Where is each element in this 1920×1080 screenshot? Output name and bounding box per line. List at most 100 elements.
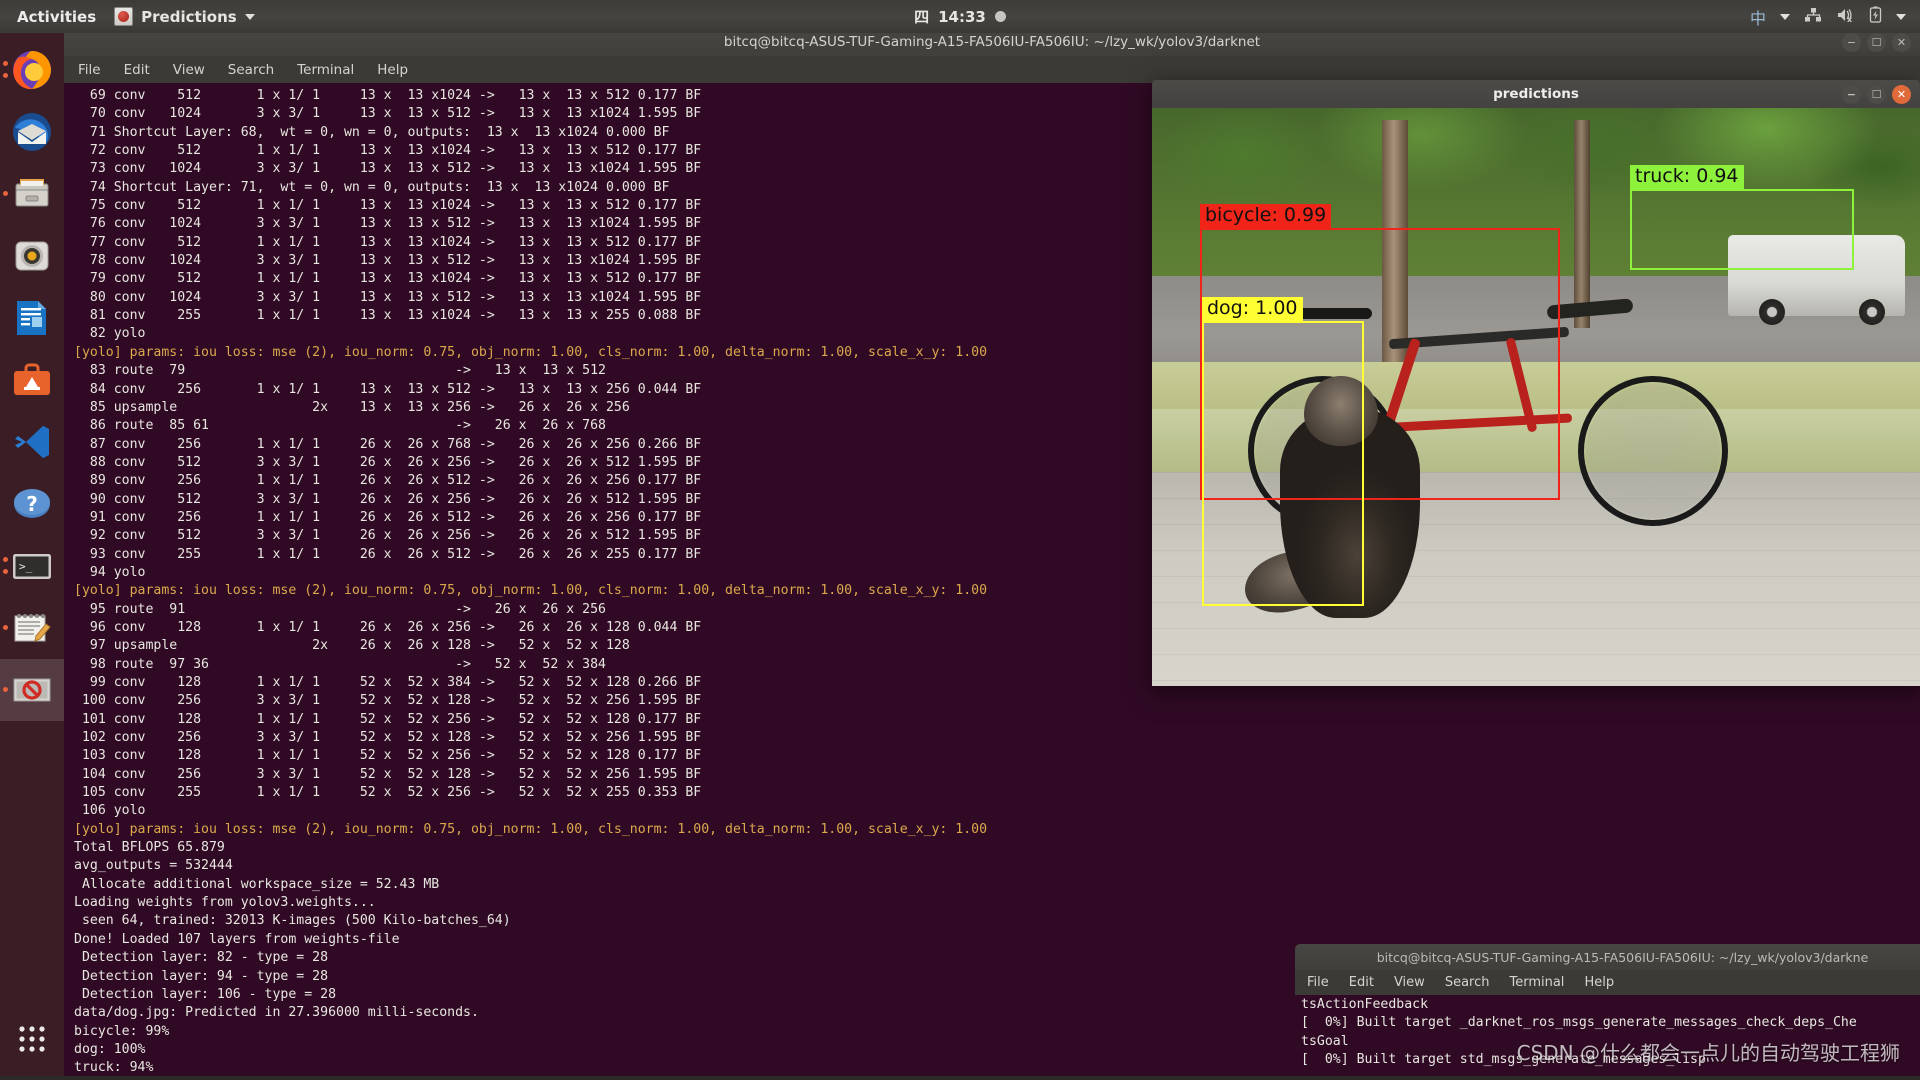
screen-bottom-edge	[0, 1076, 1920, 1080]
t2-menu-view[interactable]: View	[1394, 975, 1425, 990]
menu-view[interactable]: View	[173, 62, 205, 78]
terminal-icon: >_	[9, 543, 55, 589]
secondary-terminal-titlebar[interactable]: bitcq@bitcq-ASUS-TUF-Gaming-A15-FA506IU-…	[1295, 944, 1920, 970]
truck-wheel	[1758, 298, 1785, 325]
terminal-line: 106 yolo	[74, 803, 146, 819]
dock-item-libreoffice-writer[interactable]	[0, 287, 64, 349]
menu-edit[interactable]: Edit	[124, 62, 150, 78]
running-indicator-icon	[3, 625, 8, 630]
terminal-line: Allocate additional workspace_size = 52.…	[74, 876, 440, 892]
terminal-title: bitcq@bitcq-ASUS-TUF-Gaming-A15-FA506IU-…	[723, 34, 1261, 50]
predictions-window: predictions − ☐ ✕ bicycle: 0.99 dog: 1.0…	[1152, 80, 1920, 686]
menu-search[interactable]: Search	[228, 62, 274, 78]
dock-item-text-editor[interactable]	[0, 597, 64, 659]
predictions-titlebar[interactable]: predictions − ☐ ✕	[1152, 80, 1920, 108]
predictions-window-controls: − ☐ ✕	[1842, 84, 1911, 104]
libreoffice-writer-icon	[9, 295, 55, 341]
grid-apps-icon	[9, 1016, 55, 1062]
svg-text:?: ?	[26, 492, 38, 516]
predictions-app-icon	[114, 7, 134, 26]
files-icon	[9, 171, 55, 217]
detection-label-bicycle: bicycle: 0.99	[1200, 204, 1332, 229]
activities-button[interactable]: Activities	[11, 6, 102, 28]
blocked-app-icon	[9, 667, 55, 713]
show-applications-button[interactable]	[0, 1008, 64, 1070]
top-panel-left: Activities Predictions	[0, 6, 255, 28]
clock-day: 四	[914, 8, 930, 26]
clock-time: 14:33	[938, 7, 986, 26]
t2-menu-search[interactable]: Search	[1445, 975, 1490, 990]
detection-box-truck	[1630, 189, 1854, 270]
terminal-line: 101 conv 128 1 x 1/ 1 52 x 52 x 256 -> 5…	[74, 711, 702, 727]
predictions-title: predictions	[1493, 86, 1579, 102]
terminal-line: 100 conv 256 3 x 3/ 1 52 x 52 x 128 -> 5…	[74, 693, 702, 709]
top-panel: Activities Predictions 四 14:33 中 x	[0, 0, 1920, 33]
menu-file[interactable]: File	[78, 62, 101, 78]
terminal-line: avg_outputs = 532444	[74, 858, 233, 874]
dock-item-predictions[interactable]	[0, 659, 64, 721]
ime-chevron-down-icon[interactable]	[1780, 13, 1790, 20]
running-indicator-icon	[3, 557, 8, 562]
secondary-terminal-line: tsActionFeedback	[1301, 997, 1429, 1012]
svg-text:x: x	[1847, 15, 1853, 23]
t2-menu-terminal[interactable]: Terminal	[1509, 975, 1564, 990]
t2-menu-edit[interactable]: Edit	[1349, 975, 1374, 990]
thunderbird-icon	[9, 109, 55, 155]
secondary-terminal-line: [ 0%] Built target _darknet_ros_msgs_gen…	[1301, 1015, 1857, 1031]
detection-image: bicycle: 0.99 dog: 1.00 truck: 0.94	[1152, 108, 1920, 686]
dock-item-terminal[interactable]: >_	[0, 535, 64, 597]
predictions-minimize-button[interactable]: −	[1842, 84, 1861, 104]
ubuntu-software-icon	[9, 357, 55, 403]
window-controls: − ☐ ✕	[1842, 32, 1911, 52]
chevron-down-icon	[244, 13, 255, 20]
menu-help[interactable]: Help	[377, 62, 408, 78]
dock-item-vscode[interactable]	[0, 411, 64, 473]
text-editor-icon	[9, 605, 55, 651]
running-indicator-icon	[3, 569, 8, 574]
truck-wheel	[1858, 298, 1885, 325]
firefox-icon	[9, 47, 55, 93]
vscode-icon	[9, 419, 55, 465]
minimize-button[interactable]: −	[1842, 32, 1861, 52]
predictions-maximize-button[interactable]: ☐	[1867, 84, 1886, 104]
system-menu-chevron-down-icon[interactable]	[1896, 13, 1906, 20]
dock-item-thunderbird[interactable]	[0, 101, 64, 163]
close-button[interactable]: ✕	[1892, 32, 1911, 52]
network-icon	[1804, 7, 1822, 27]
ime-indicator[interactable]: 中	[1750, 5, 1766, 29]
secondary-terminal-title: bitcq@bitcq-ASUS-TUF-Gaming-A15-FA506IU-…	[1376, 949, 1869, 965]
system-status-area[interactable]: 中 x	[1750, 5, 1920, 29]
dock-item-help[interactable]: ?	[0, 473, 64, 535]
running-indicator-icon	[3, 191, 8, 196]
app-menu-label: Predictions	[141, 7, 237, 26]
dock-item-rhythmbox[interactable]	[0, 225, 64, 287]
clock-area[interactable]: 四 14:33	[0, 6, 1920, 27]
detection-label-truck: truck: 0.94	[1630, 165, 1744, 190]
terminal-line: Total BFLOPS 65.879	[74, 840, 225, 856]
running-indicator-icon	[3, 61, 8, 66]
tree-trunk	[1574, 119, 1591, 328]
watermark-text: CSDN @什么都会一点儿的自动驾驶工程狮	[1516, 1041, 1900, 1065]
volume-muted-icon: x	[1836, 7, 1855, 27]
predictions-close-button[interactable]: ✕	[1892, 84, 1911, 104]
help-icon: ?	[9, 481, 55, 527]
dock-item-files[interactable]	[0, 163, 64, 225]
t2-menu-help[interactable]: Help	[1584, 975, 1614, 990]
battery-charging-icon	[1869, 6, 1882, 27]
app-menu-predictions[interactable]: Predictions	[114, 7, 255, 26]
t2-menu-file[interactable]: File	[1307, 975, 1329, 990]
terminal-yolo-params-line: [yolo] params: iou loss: mse (2), iou_no…	[74, 821, 988, 837]
dock-item-firefox[interactable]	[0, 39, 64, 101]
running-indicator-icon	[3, 687, 8, 692]
menu-terminal[interactable]: Terminal	[297, 62, 354, 78]
dock-divider	[0, 721, 64, 727]
terminal-line: 102 conv 256 3 x 3/ 1 52 x 52 x 128 -> 5…	[74, 730, 702, 746]
dock-item-ubuntu-software[interactable]	[0, 349, 64, 411]
launcher-dock: ? >_	[0, 33, 64, 1080]
terminal-menubar: File Edit View Search Terminal Help	[64, 56, 1920, 83]
maximize-button[interactable]: ☐	[1867, 32, 1886, 52]
bicycle-wheel	[1578, 376, 1728, 526]
secondary-terminal-menubar: File Edit View Search Terminal Help	[1295, 970, 1920, 995]
terminal-line: seen 64, trained: 32013 K-images (500 Ki…	[74, 913, 511, 929]
svg-text:>_: >_	[19, 560, 33, 573]
